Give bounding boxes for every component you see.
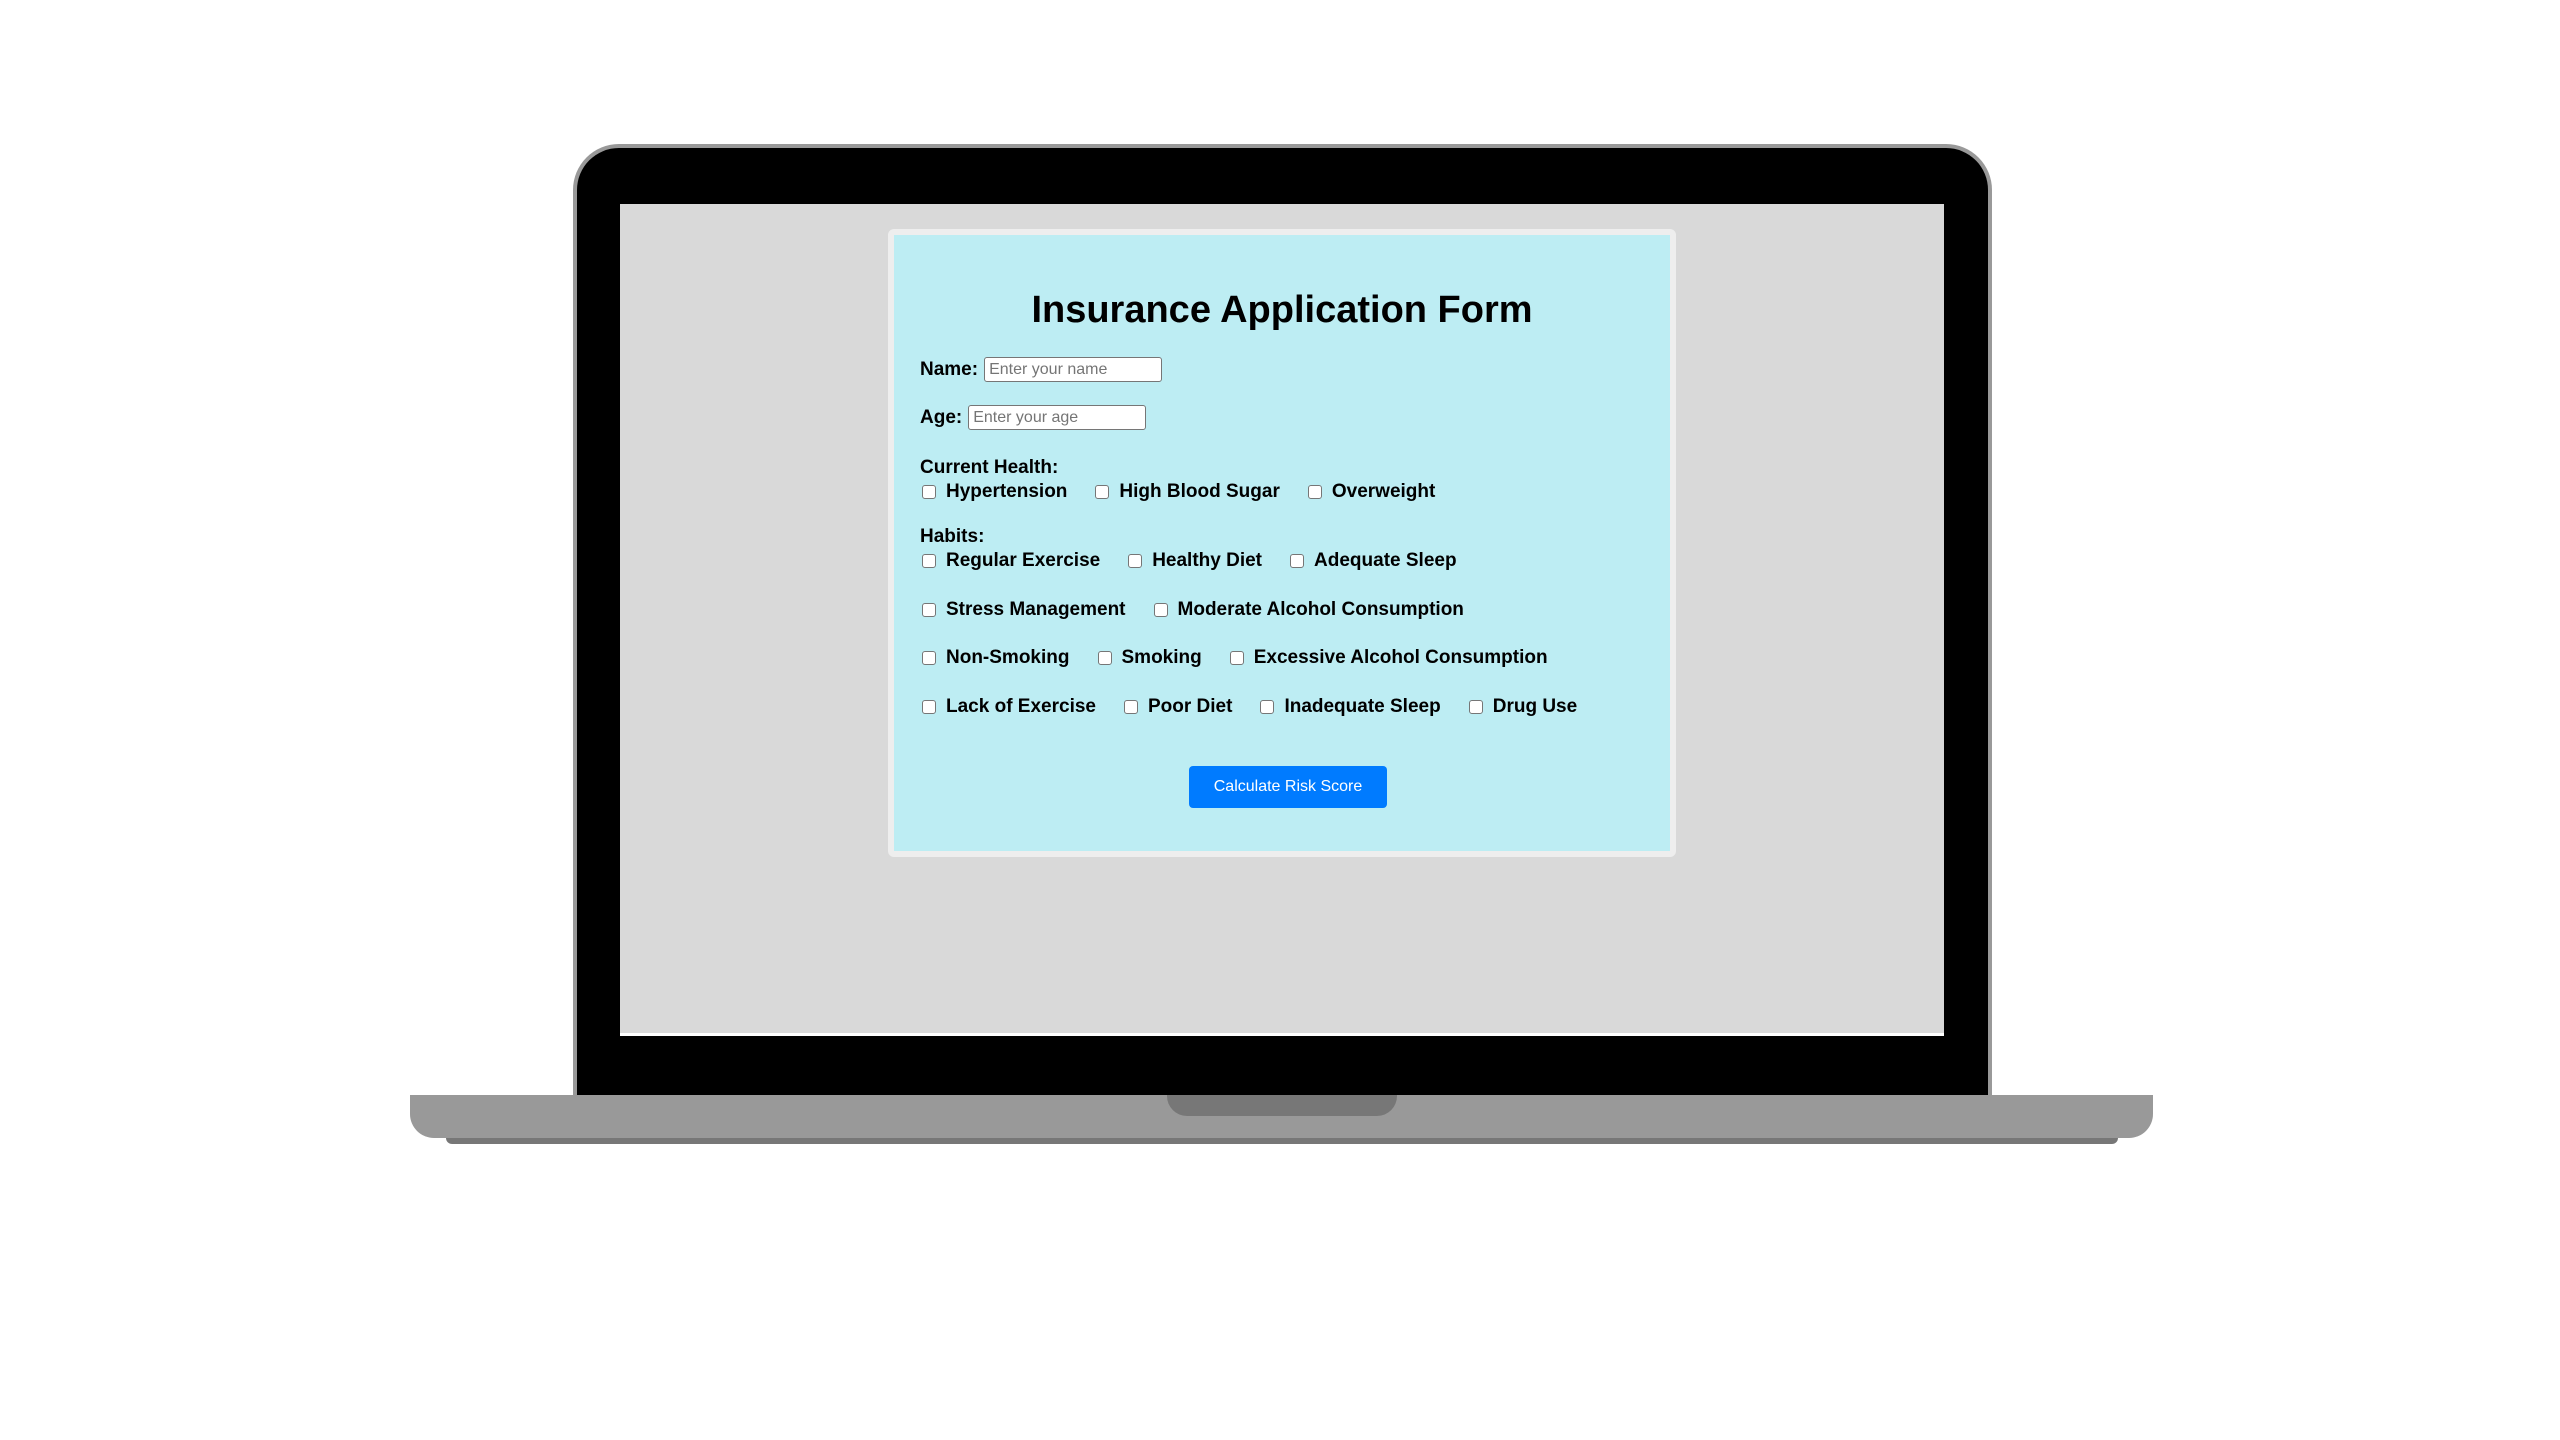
checkbox-poor-diet[interactable]: Poor Diet bbox=[1123, 696, 1232, 718]
checkbox-icon[interactable] bbox=[1123, 700, 1138, 714]
checkbox-icon[interactable] bbox=[1097, 651, 1112, 665]
checkbox-inadequate-sleep[interactable]: Inadequate Sleep bbox=[1260, 696, 1441, 718]
age-row: Age: bbox=[920, 405, 1147, 430]
calculate-risk-score-button[interactable]: Calculate Risk Score bbox=[1189, 766, 1387, 808]
age-input[interactable] bbox=[968, 405, 1147, 430]
checkbox-icon[interactable] bbox=[922, 651, 936, 665]
checkbox-icon[interactable] bbox=[922, 554, 936, 568]
current-health-options: Hypertension High Blood Sugar Overweight bbox=[922, 481, 1463, 503]
age-label: Age: bbox=[920, 406, 963, 428]
checkbox-excessive-alcohol[interactable]: Excessive Alcohol Consumption bbox=[1229, 647, 1548, 669]
form-title: Insurance Application Form bbox=[1031, 289, 1533, 331]
checkbox-stress-management[interactable]: Stress Management bbox=[922, 599, 1126, 621]
checkbox-non-smoking[interactable]: Non-Smoking bbox=[922, 647, 1070, 669]
habits-label: Habits: bbox=[920, 526, 985, 547]
checkbox-overweight[interactable]: Overweight bbox=[1307, 481, 1435, 503]
name-label: Name: bbox=[920, 358, 979, 380]
checkbox-icon[interactable] bbox=[1260, 700, 1275, 714]
checkbox-adequate-sleep[interactable]: Adequate Sleep bbox=[1290, 550, 1457, 572]
checkbox-lack-of-exercise[interactable]: Lack of Exercise bbox=[922, 696, 1096, 718]
checkbox-icon[interactable] bbox=[1095, 485, 1110, 499]
checkbox-healthy-diet[interactable]: Healthy Diet bbox=[1128, 550, 1262, 572]
name-input[interactable] bbox=[984, 357, 1163, 382]
checkbox-icon[interactable] bbox=[922, 485, 936, 499]
current-health-label: Current Health: bbox=[920, 457, 1059, 478]
checkbox-icon[interactable] bbox=[922, 603, 936, 617]
checkbox-icon[interactable] bbox=[1229, 651, 1244, 665]
checkbox-moderate-alcohol[interactable]: Moderate Alcohol Consumption bbox=[1153, 599, 1464, 621]
checkbox-icon[interactable] bbox=[922, 700, 936, 714]
laptop-notch bbox=[1167, 1095, 1397, 1116]
habits-row-1: Regular Exercise Healthy Diet Adequate S… bbox=[922, 550, 1485, 572]
checkbox-icon[interactable] bbox=[1307, 485, 1322, 499]
checkbox-icon[interactable] bbox=[1128, 554, 1143, 568]
checkbox-regular-exercise[interactable]: Regular Exercise bbox=[922, 550, 1100, 572]
checkbox-high-blood-sugar[interactable]: High Blood Sugar bbox=[1095, 481, 1280, 503]
habits-row-3: Non-Smoking Smoking Excessive Alcohol Co… bbox=[922, 647, 1576, 669]
checkbox-icon[interactable] bbox=[1468, 700, 1483, 714]
insurance-form: Insurance Application Form Name: Age: Cu… bbox=[888, 229, 1676, 857]
habits-row-2: Stress Management Moderate Alcohol Consu… bbox=[922, 599, 1492, 621]
checkbox-icon[interactable] bbox=[1153, 603, 1168, 617]
checkbox-hypertension[interactable]: Hypertension bbox=[922, 481, 1067, 503]
checkbox-icon[interactable] bbox=[1290, 554, 1305, 568]
checkbox-drug-use[interactable]: Drug Use bbox=[1468, 696, 1577, 718]
checkbox-smoking[interactable]: Smoking bbox=[1097, 647, 1202, 669]
habits-row-4: Lack of Exercise Poor Diet Inadequate Sl… bbox=[922, 696, 1605, 718]
name-row: Name: bbox=[920, 357, 1163, 382]
